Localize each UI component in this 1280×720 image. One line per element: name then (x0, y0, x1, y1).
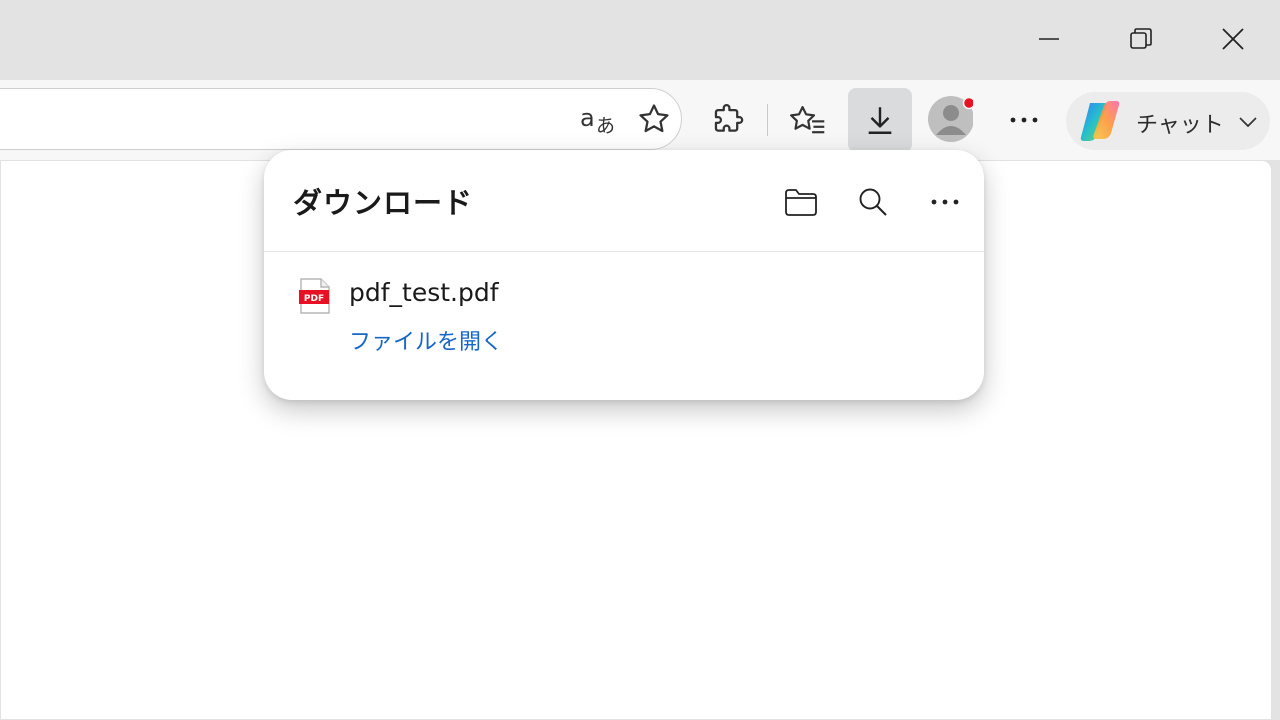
svg-text:あ: あ (596, 115, 615, 136)
browser-toolbar: a あ チャット (0, 80, 1280, 160)
open-file-link[interactable]: ファイルを開く (349, 324, 503, 356)
copilot-icon (1080, 101, 1120, 141)
copilot-chat-button[interactable]: チャット (1066, 92, 1270, 150)
restore-icon (1130, 28, 1152, 49)
more-icon (931, 199, 959, 205)
svg-text:PDF: PDF (304, 294, 324, 304)
puzzle-icon (714, 104, 744, 132)
downloads-button[interactable] (848, 88, 912, 152)
copilot-label: チャット (1136, 113, 1224, 138)
address-bar[interactable]: a あ (0, 88, 682, 150)
search-icon (859, 188, 887, 216)
close-icon (1222, 28, 1244, 50)
star-icon (639, 104, 669, 133)
favorites-list-icon (790, 106, 825, 134)
search-downloads-button[interactable] (850, 179, 896, 225)
toolbar-separator (767, 104, 768, 136)
favorites-button[interactable] (785, 97, 831, 143)
panel-title: ダウンロード (293, 186, 474, 220)
download-file-name: pdf_test.pdf (349, 278, 499, 307)
open-downloads-folder-button[interactable] (778, 179, 824, 225)
notification-badge (962, 96, 973, 110)
profile-button[interactable] (927, 96, 973, 142)
extensions-button[interactable] (705, 97, 751, 143)
settings-more-button[interactable] (1001, 97, 1047, 143)
pdf-file-icon: PDF (299, 278, 330, 314)
restore-button[interactable] (1118, 16, 1164, 62)
minimize-button[interactable] (1026, 16, 1072, 62)
download-icon (868, 107, 892, 134)
panel-divider (264, 251, 984, 252)
profile-avatar-icon (928, 96, 973, 142)
read-aloud-icon: a あ (580, 104, 615, 136)
title-bar (0, 0, 1280, 80)
minimize-icon (1039, 38, 1059, 40)
downloads-more-button[interactable] (922, 179, 968, 225)
read-aloud-button[interactable]: a あ (575, 96, 621, 142)
more-icon (1010, 117, 1038, 123)
downloads-panel: ダウンロード PDF pdf_test.pdf ファイルを開く (264, 150, 984, 400)
chevron-down-icon[interactable] (1238, 116, 1258, 128)
close-button[interactable] (1210, 16, 1256, 62)
add-favorite-button[interactable] (631, 96, 677, 142)
folder-icon (785, 189, 817, 216)
svg-text:a: a (580, 104, 595, 132)
